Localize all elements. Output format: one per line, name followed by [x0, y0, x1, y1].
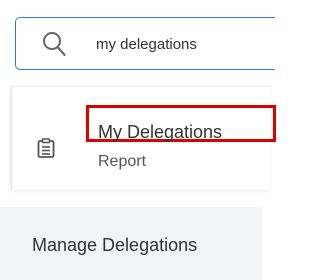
result-title[interactable]: My Delegations: [98, 121, 222, 143]
search-results-panel: My Delegations Report: [11, 86, 276, 191]
search-input[interactable]: [96, 30, 266, 58]
menu-bar: Manage Delegations: [0, 207, 262, 280]
search-icon[interactable]: [42, 31, 66, 57]
manage-delegations-menu-item[interactable]: Manage Delegations: [32, 234, 197, 256]
app-frame: My Delegations Report Manage Delegations: [0, 0, 276, 280]
search-box[interactable]: [15, 17, 275, 70]
search-result-item[interactable]: My Delegations Report: [12, 87, 276, 191]
report-icon: [37, 138, 55, 158]
result-subtitle: Report: [98, 153, 147, 170]
